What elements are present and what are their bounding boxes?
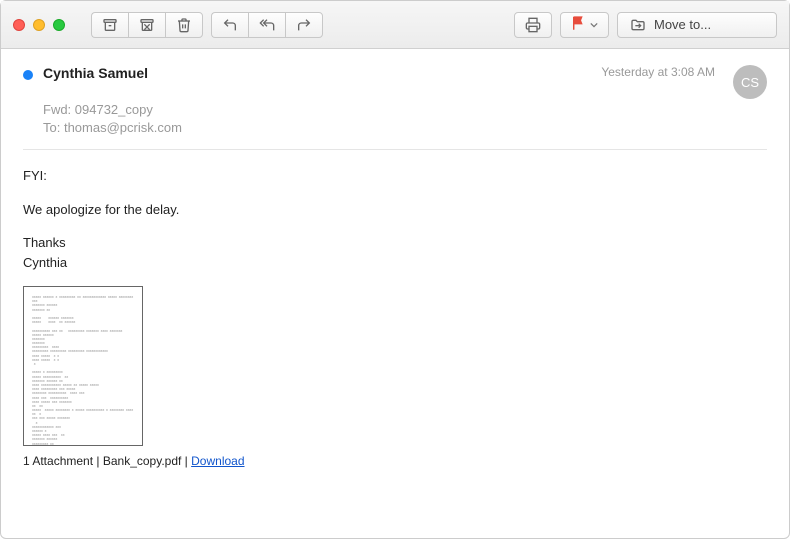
body-line-4: Cynthia	[23, 253, 767, 273]
attachment-count: 1 Attachment	[23, 454, 93, 468]
sender-name: Cynthia Samuel	[43, 65, 591, 81]
close-window-button[interactable]	[13, 19, 25, 31]
attachment-thumbnail[interactable]: XXXXX XXXXXX X XXXXXXXXX XX XXXXXXXXXXXX…	[23, 286, 143, 446]
trash-button[interactable]	[165, 12, 203, 38]
titlebar: Move to...	[1, 1, 789, 49]
reply-button[interactable]	[211, 12, 248, 38]
junk-button[interactable]	[128, 12, 165, 38]
attachment-thumbnail-preview: XXXXX XXXXXX X XXXXXXXXX XX XXXXXXXXXXXX…	[24, 287, 142, 446]
minimize-window-button[interactable]	[33, 19, 45, 31]
unread-indicator	[23, 70, 33, 80]
maximize-window-button[interactable]	[53, 19, 65, 31]
attachment-sep-2: |	[181, 454, 191, 468]
sender-avatar: CS	[733, 65, 767, 99]
attachment-filename: Bank_copy.pdf	[103, 454, 182, 468]
body-line-1: FYI:	[23, 166, 767, 186]
message-subject: Fwd: 094732_copy	[43, 102, 767, 117]
message-header: Cynthia Samuel Yesterday at 3:08 AM CS	[23, 65, 767, 99]
forward-button[interactable]	[285, 12, 323, 38]
move-to-label: Move to...	[654, 17, 711, 32]
to-value: thomas@pcrisk.com	[64, 120, 182, 135]
window-controls	[13, 19, 65, 31]
flag-button[interactable]	[560, 12, 609, 38]
download-link[interactable]: Download	[191, 454, 244, 468]
header-divider	[23, 149, 767, 150]
archive-button[interactable]	[91, 12, 128, 38]
reply-all-button[interactable]	[248, 12, 285, 38]
attachment-info: 1 Attachment | Bank_copy.pdf | Download	[23, 454, 767, 468]
message-body: FYI: We apologize for the delay. Thanks …	[23, 166, 767, 272]
folder-icon	[630, 17, 646, 33]
move-to-dropdown[interactable]: Move to...	[617, 12, 777, 38]
print-button[interactable]	[514, 12, 552, 38]
attachment-sep-1: |	[93, 454, 103, 468]
message-timestamp: Yesterday at 3:08 AM	[601, 65, 715, 79]
reply-group	[211, 12, 323, 38]
delete-group	[91, 12, 203, 38]
body-line-2: We apologize for the delay.	[23, 200, 767, 220]
flag-icon	[571, 15, 587, 34]
to-row: To: thomas@pcrisk.com	[43, 120, 767, 135]
message-content: Cynthia Samuel Yesterday at 3:08 AM CS F…	[1, 49, 789, 484]
to-label: To:	[43, 120, 60, 135]
body-line-3: Thanks	[23, 233, 767, 253]
